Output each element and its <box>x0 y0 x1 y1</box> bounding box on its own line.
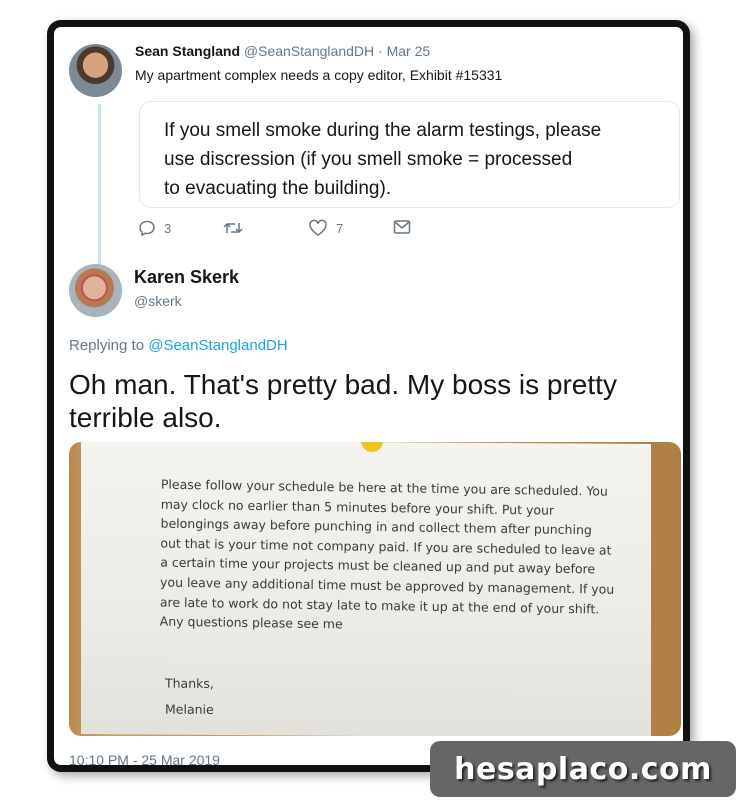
pushpin-icon <box>361 442 383 453</box>
tweet1-author-handle[interactable]: @SeanStanglandDH <box>244 43 374 59</box>
replying-to-handle-link[interactable]: @SeanStanglandDH <box>148 337 287 354</box>
tweet2-text: Oh man. That's pretty bad. My boss is pr… <box>69 369 617 433</box>
tweet1-quoted-text-box: If you smell smoke during the alarm test… <box>139 101 680 208</box>
tweet1-date[interactable]: Mar 25 <box>387 43 431 59</box>
quote-line: use discression (if you smell smoke = pr… <box>164 149 573 170</box>
retweet-icon <box>223 223 243 233</box>
like-action[interactable]: 7 <box>308 219 343 237</box>
note-signature: Melanie <box>165 701 214 717</box>
avatar-sean-stangland[interactable] <box>69 44 122 97</box>
tweet2-author-handle[interactable]: @skerk <box>134 293 182 309</box>
note-signoff: Thanks, <box>165 675 214 691</box>
tweet2-author-name[interactable]: Karen Skerk <box>134 267 239 288</box>
tweet-card: Sean Stangland @SeanStanglandDH · Mar 25… <box>47 20 690 772</box>
like-count: 7 <box>336 220 344 236</box>
tweet2-timestamp[interactable]: 10:10 PM - 25 Mar 2019 <box>69 752 220 765</box>
photo-paper-note: Please follow your schedule be here at t… <box>81 442 651 736</box>
replying-to: Replying to @SeanStanglandDH <box>69 337 288 354</box>
tweet2-photo[interactable]: Please follow your schedule be here at t… <box>69 442 681 736</box>
tweet1-text: My apartment complex needs a copy editor… <box>135 67 503 83</box>
dm-action[interactable] <box>393 219 411 235</box>
photo-note-text: Please follow your schedule be here at t… <box>160 475 631 639</box>
tweet1-header: Sean Stangland @SeanStanglandDH · Mar 25 <box>135 43 430 59</box>
quote-line: to evacuating the building). <box>164 178 392 199</box>
reply-icon <box>139 220 155 237</box>
tweet1-author-name[interactable]: Sean Stangland <box>135 43 240 59</box>
heart-icon <box>309 219 327 236</box>
photo-signature: Thanks, Melanie <box>165 671 214 723</box>
avatar-karen-skerk[interactable] <box>69 264 122 317</box>
reply-action[interactable]: 3 <box>138 219 171 237</box>
retweet-action[interactable] <box>222 219 252 237</box>
watermark-badge: hesaplaco.com <box>430 741 736 797</box>
thread-connector <box>98 104 101 272</box>
tweet1-dot: · <box>378 43 383 59</box>
reply-count: 3 <box>164 220 172 236</box>
quote-line: If you smell smoke during the alarm test… <box>164 120 602 141</box>
envelope-icon <box>393 220 411 234</box>
replying-to-label: Replying to <box>69 337 145 354</box>
